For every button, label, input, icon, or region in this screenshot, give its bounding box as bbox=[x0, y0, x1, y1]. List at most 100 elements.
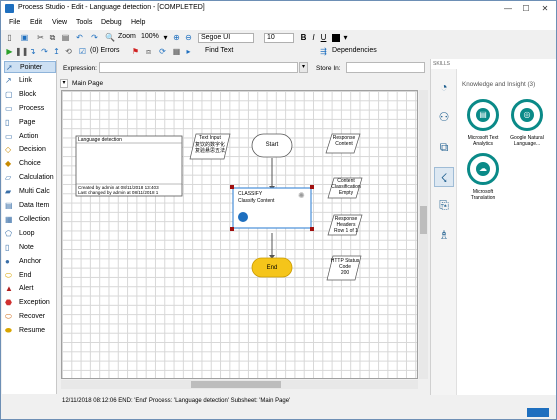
page-dropdown-icon[interactable]: ▾ bbox=[60, 79, 68, 88]
palette-item-calculation[interactable]: ▱ Calculation bbox=[4, 172, 56, 184]
pause-icon[interactable]: ❚❚ bbox=[15, 47, 28, 56]
close-button[interactable]: ✕ bbox=[538, 3, 552, 14]
skill-sparkle-icon: ✺ bbox=[298, 191, 305, 200]
palette-item-loop[interactable]: ⬠ Loop bbox=[4, 228, 56, 240]
vertical-scroll-thumb[interactable] bbox=[420, 206, 427, 234]
minimize-button[interactable]: — bbox=[501, 3, 515, 14]
palette-item-process[interactable]: ▭ Process bbox=[4, 103, 56, 115]
palette-item-end[interactable]: ⬭ End bbox=[4, 270, 56, 282]
horizontal-scrollbar[interactable] bbox=[61, 380, 418, 389]
zoom-out-icon[interactable]: ⊖ bbox=[184, 33, 193, 42]
page-tab-main[interactable]: Main Page bbox=[72, 80, 103, 87]
menu-debug[interactable]: Debug bbox=[101, 19, 122, 26]
font-name-select[interactable]: Segoe UI bbox=[198, 33, 254, 43]
document-icon[interactable]: ⎘ bbox=[434, 195, 454, 215]
new-icon[interactable]: ▯ bbox=[5, 33, 14, 42]
http-status-label[interactable]: HTTP Status Code 200 bbox=[325, 258, 365, 276]
step-out-icon[interactable]: ↥ bbox=[52, 47, 61, 56]
palette-item-exception[interactable]: ⬣ Exception bbox=[4, 297, 56, 309]
alert-icon: ▲ bbox=[5, 284, 13, 294]
palette-item-label: Multi Calc bbox=[19, 188, 50, 196]
menu-view[interactable]: View bbox=[52, 19, 67, 26]
vertical-scrollbar[interactable] bbox=[419, 90, 428, 379]
palette-item-data-item[interactable]: ▤ Data Item bbox=[4, 200, 56, 212]
workflow-icon[interactable]: ⧉ bbox=[434, 137, 454, 157]
note-icon: ▯ bbox=[5, 242, 10, 252]
palette-item-block[interactable]: ▢ Block bbox=[4, 89, 56, 101]
zoom-select[interactable]: 100% bbox=[141, 33, 159, 40]
palette-item-label: Alert bbox=[19, 285, 34, 293]
menu-help[interactable]: Help bbox=[131, 19, 145, 26]
palette-item-label: Anchor bbox=[19, 257, 42, 265]
dependencies-button[interactable]: Dependencies bbox=[332, 47, 377, 54]
undo-icon[interactable]: ↶ bbox=[75, 33, 84, 42]
save-icon[interactable]: ▣ bbox=[20, 33, 29, 42]
paste-icon[interactable]: ▤ bbox=[61, 33, 70, 42]
knowledge-insight-icon[interactable]: ☇ bbox=[434, 167, 454, 187]
window-title: Process Studio - Edit - Language detecti… bbox=[18, 4, 205, 11]
palette-item-pointer[interactable]: ➚ Pointer bbox=[4, 61, 56, 73]
step-over-icon[interactable]: ↷ bbox=[40, 47, 49, 56]
palette-item-label: Data Item bbox=[19, 202, 50, 209]
palette-item-action[interactable]: ▭ Action bbox=[4, 131, 56, 143]
status-text: 12/11/2018 08:12:06 END: 'End' Process: … bbox=[62, 398, 291, 404]
zoom-in-icon[interactable]: ⊕ bbox=[172, 33, 181, 42]
palette-item-resume[interactable]: ⬬ Resume bbox=[4, 325, 56, 337]
menu-tools[interactable]: Tools bbox=[76, 19, 92, 26]
horizontal-scroll-thumb[interactable] bbox=[191, 381, 281, 388]
people-icon[interactable]: ♗ bbox=[434, 225, 454, 245]
refresh-icon[interactable]: ⟳ bbox=[158, 47, 167, 56]
end-label[interactable]: End bbox=[252, 265, 292, 271]
font-color-dropdown-icon[interactable]: ▾ bbox=[341, 33, 350, 42]
run-icon[interactable]: ▶ bbox=[5, 47, 14, 56]
palette-item-alert[interactable]: ▲ Alert bbox=[4, 283, 56, 295]
palette-item-note[interactable]: ▯ Note bbox=[4, 242, 56, 254]
reset-icon[interactable]: ⟲ bbox=[64, 47, 73, 56]
zoom-dropdown-icon[interactable]: ▾ bbox=[161, 33, 170, 42]
redo-icon[interactable]: ↷ bbox=[90, 33, 99, 42]
palette-item-link[interactable]: ↗ Link bbox=[4, 75, 56, 87]
palette-item-decision[interactable]: ◇ Decision bbox=[4, 144, 56, 156]
main-toolbar: ▯ ▣ ✂ ⧉ ▤ ↶ ↷ 🔍 Zoom 100% ▾ ⊕ ⊖ Segoe UI… bbox=[1, 31, 556, 44]
response-headers-label[interactable]: Response Headers Row 1 of 1 bbox=[326, 216, 366, 234]
font-color-swatch[interactable] bbox=[332, 34, 340, 42]
palette-item-anchor[interactable]: ● Anchor bbox=[4, 256, 56, 268]
errors-button[interactable]: (0) Errors bbox=[90, 47, 120, 54]
palette-item-collection[interactable]: ▦ Collection bbox=[4, 214, 56, 226]
palette-item-multi-calc[interactable]: ▰ Multi Calc bbox=[4, 186, 56, 198]
collaboration-icon[interactable]: ⚇ bbox=[434, 107, 454, 127]
status-bar: 12/11/2018 08:12:06 END: 'End' Process: … bbox=[59, 395, 556, 409]
resume-icon: ⬬ bbox=[5, 326, 12, 336]
italic-icon[interactable]: I bbox=[309, 33, 318, 42]
store-in-input[interactable] bbox=[346, 62, 425, 73]
underline-icon[interactable]: U bbox=[319, 33, 328, 42]
palette-item-choice[interactable]: ◆ Choice bbox=[4, 158, 56, 170]
choice-icon: ◆ bbox=[5, 159, 12, 169]
cut-icon[interactable]: ✂ bbox=[36, 33, 45, 42]
find-text-button[interactable]: Find Text bbox=[205, 47, 233, 54]
breakpoint-icon[interactable]: ⚑ bbox=[131, 47, 140, 56]
palette-item-label: Pointer bbox=[20, 64, 43, 71]
process-canvas[interactable]: Language detection Created by admin at 0… bbox=[61, 90, 418, 379]
grid-icon[interactable]: ▦ bbox=[172, 47, 181, 56]
copy-icon[interactable]: ⧉ bbox=[48, 33, 57, 42]
tool-palette: ➚ Pointer ↗ Link ▢ Block ▭ Process ▯ Page ▭ Action ◇… bbox=[2, 60, 57, 394]
pointer-icon: ➚ bbox=[6, 63, 13, 72]
content-classification-label[interactable]: Content Classification Empty bbox=[326, 178, 366, 196]
dependencies-icon: ⇶ bbox=[320, 47, 327, 56]
palette-item-page[interactable]: ▯ Page bbox=[4, 117, 56, 129]
menu-file[interactable]: File bbox=[9, 19, 20, 26]
expression-input[interactable] bbox=[99, 62, 298, 73]
watch-icon[interactable]: ⧈ bbox=[144, 47, 153, 56]
step-icon[interactable]: ↴ bbox=[28, 47, 37, 56]
maximize-button[interactable]: ☐ bbox=[519, 3, 533, 14]
menu-edit[interactable]: Edit bbox=[30, 19, 42, 26]
font-size-select[interactable]: 10 bbox=[264, 33, 294, 43]
expression-builder-button[interactable]: ▾ bbox=[299, 62, 308, 73]
validate-icon[interactable]: ☑ bbox=[78, 47, 87, 56]
palette-item-recover[interactable]: ⬭ Recover bbox=[4, 311, 56, 323]
recent-skills-icon[interactable]: ◔ bbox=[434, 77, 454, 97]
bold-icon[interactable]: B bbox=[299, 33, 308, 42]
response-content-label[interactable]: Response Content bbox=[324, 135, 364, 147]
start-label[interactable]: Start bbox=[252, 142, 292, 148]
